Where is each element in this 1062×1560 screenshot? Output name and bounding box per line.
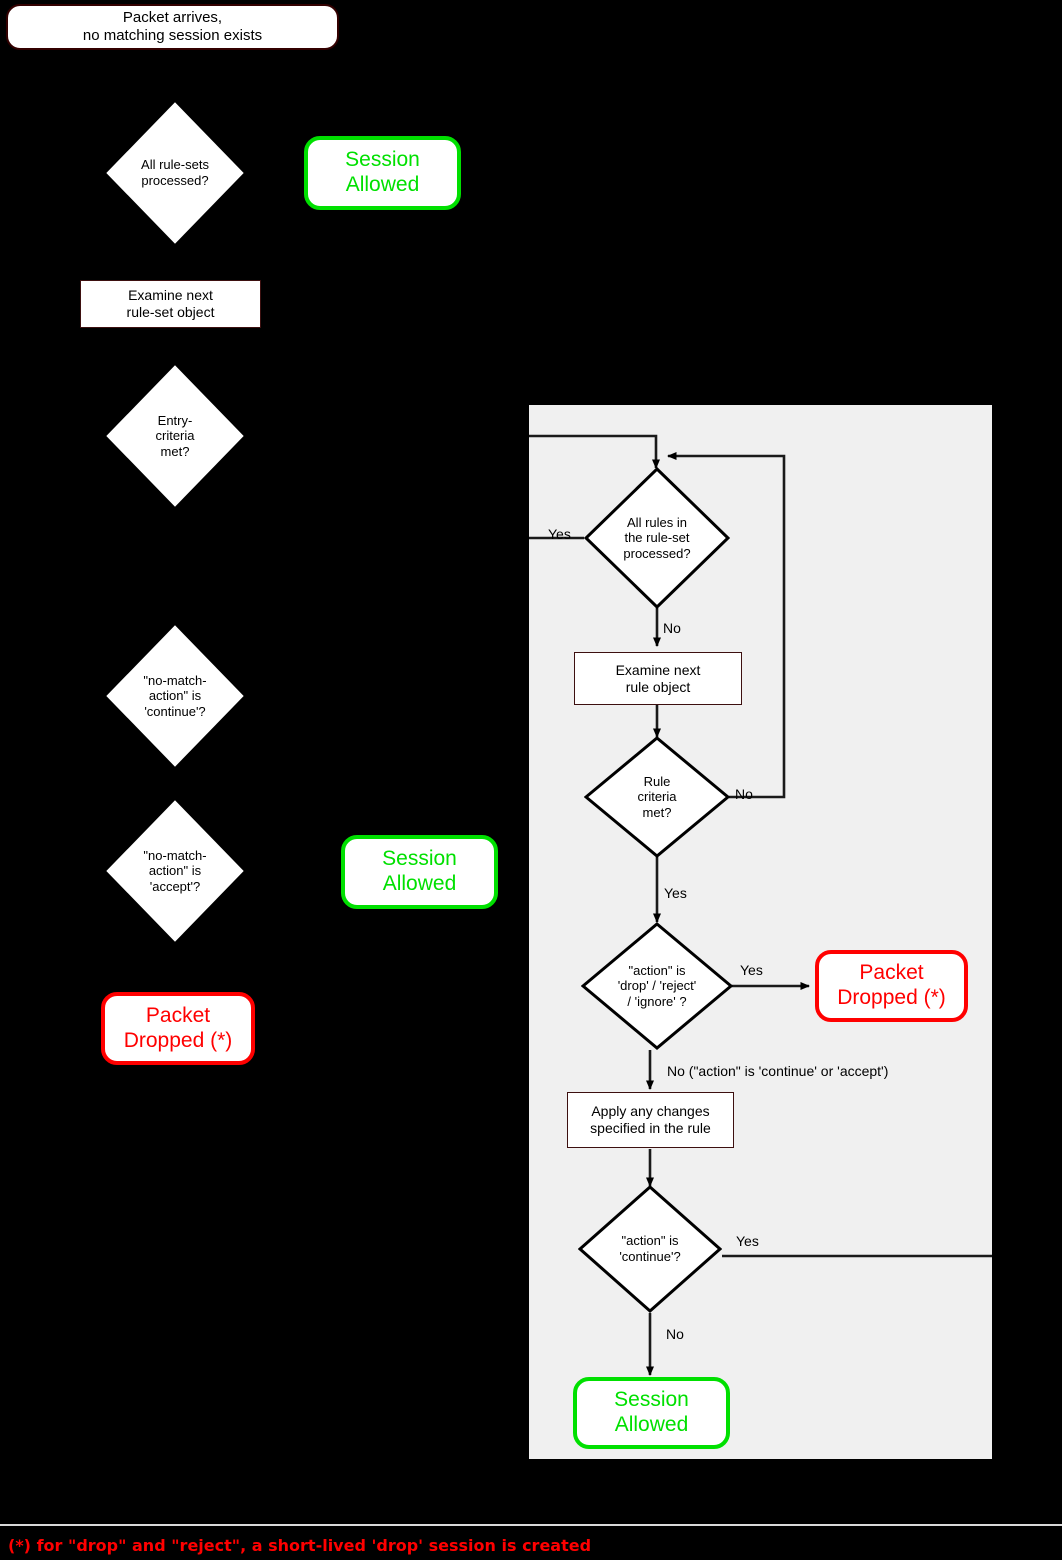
- edge-label-rule-criteria-no: No: [735, 786, 753, 802]
- edge-label-action-drop-yes: Yes: [740, 962, 763, 978]
- footnote-text: (*) for "drop" and "reject", a short-liv…: [8, 1536, 592, 1555]
- decision-label: "no-match- action" is 'accept'?: [143, 847, 207, 894]
- edge-label-all-rules-no: No: [663, 620, 681, 636]
- decision-rule-criteria-met: Rule criteria met?: [584, 736, 730, 858]
- decision-no-match-action-accept: "no-match- action" is 'accept'?: [105, 799, 245, 943]
- decision-label: Rule criteria met?: [637, 773, 677, 820]
- footer-divider: [0, 1524, 1062, 1526]
- decision-action-is-continue: "action" is 'continue'?: [578, 1185, 722, 1313]
- decision-action-is-drop-reject-ignore: "action" is 'drop' / 'reject' / 'ignore'…: [581, 922, 733, 1050]
- process-examine-next-ruleset-object: Examine next rule-set object: [80, 280, 261, 328]
- terminator-session-allowed-ruleset-level: Session Allowed: [304, 136, 461, 210]
- edge-label-rule-criteria-yes: Yes: [664, 885, 687, 901]
- start-terminator-packet-arrives: Packet arrives, no matching session exis…: [6, 4, 339, 50]
- decision-label: Entry- criteria met?: [155, 412, 195, 459]
- decision-no-match-action-continue: "no-match- action" is 'continue'?: [105, 624, 245, 768]
- decision-entry-criteria-met: Entry- criteria met?: [105, 364, 245, 508]
- decision-label: "action" is 'continue'?: [619, 1233, 681, 1264]
- flowchart-canvas: Packet arrives, no matching session exis…: [0, 0, 1062, 1560]
- decision-label: "action" is 'drop' / 'reject' / 'ignore'…: [617, 962, 697, 1009]
- process-examine-next-rule-object: Examine next rule object: [574, 652, 742, 705]
- decision-all-rules-processed: All rules in the rule-set processed?: [584, 467, 730, 609]
- terminator-packet-dropped-right: Packet Dropped (*): [815, 950, 968, 1022]
- decision-label: All rules in the rule-set processed?: [623, 514, 691, 561]
- decision-all-rulesets-processed: All rule-sets processed?: [105, 101, 245, 245]
- decision-label: "no-match- action" is 'continue'?: [143, 672, 207, 719]
- terminator-packet-dropped-left: Packet Dropped (*): [101, 992, 255, 1065]
- edge-label-action-continue-yes: Yes: [736, 1233, 759, 1249]
- edge-label-action-continue-no: No: [666, 1326, 684, 1342]
- edge-label-action-drop-no: No ("action" is 'continue' or 'accept'): [667, 1063, 889, 1079]
- process-apply-any-changes: Apply any changes specified in the rule: [567, 1092, 734, 1148]
- terminator-session-allowed-rule-level: Session Allowed: [573, 1377, 730, 1449]
- terminator-session-allowed-no-match-accept: Session Allowed: [341, 835, 498, 909]
- edge-label-all-rules-yes: Yes: [548, 526, 571, 542]
- decision-label: All rule-sets processed?: [141, 157, 209, 188]
